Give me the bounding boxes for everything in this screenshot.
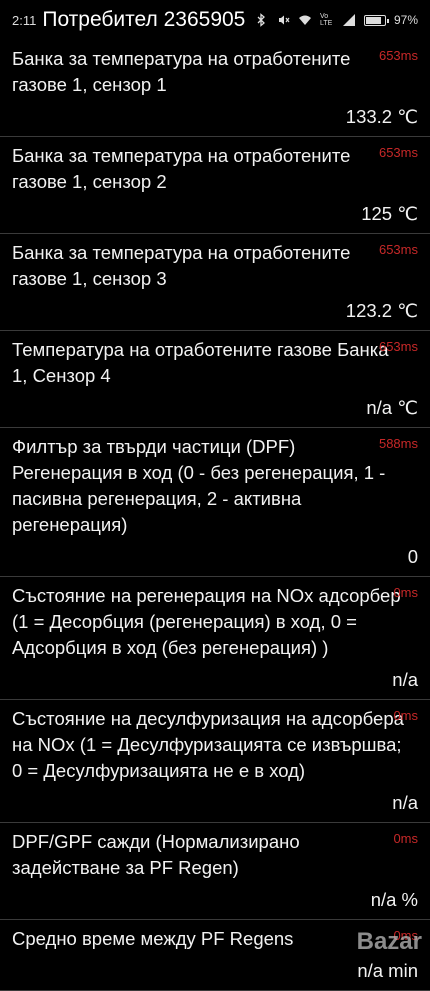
sensor-list[interactable]: Банка за температура на отработените газ…: [0, 40, 430, 991]
wifi-icon: [298, 15, 311, 25]
sensor-value: 123.2 ℃: [345, 300, 418, 321]
status-left: 2:11 Потребител 2365905: [12, 8, 245, 32]
sensor-row[interactable]: Банка за температура на отработените газ…: [0, 40, 430, 137]
sensor-label: Температура на отработените газове Банка…: [12, 339, 389, 386]
sensor-label: Банка за температура на отработените газ…: [12, 242, 351, 289]
sensor-label: Банка за температура на отработените газ…: [12, 145, 351, 192]
status-right: Vo LTE 97%: [254, 13, 418, 27]
volte-label: Vo LTE: [319, 13, 333, 27]
bluetooth-icon: [257, 13, 265, 27]
sensor-row[interactable]: Банка за температура на отработените газ…: [0, 234, 430, 331]
sensor-row[interactable]: DPF/GPF сажди (Нормализирано задействане…: [0, 823, 430, 920]
signal-icon: [342, 14, 355, 26]
response-time: 653ms: [378, 242, 418, 257]
sensor-value: 133.2 ℃: [345, 106, 418, 127]
sensor-value: n/a: [392, 669, 418, 690]
sensor-row[interactable]: Банка за температура на отработените газ…: [0, 137, 430, 234]
sensor-value: n/a ℃: [366, 397, 418, 418]
sensor-row[interactable]: Филтър за твърди частици (DPF) Регенерац…: [0, 428, 430, 577]
response-time: 0ms: [393, 585, 418, 600]
sensor-row[interactable]: Състояние на десулфуризация на адсорбера…: [0, 700, 430, 823]
mute-icon: [278, 15, 290, 25]
response-time: 0ms: [393, 708, 418, 723]
sensor-value: n/a %: [370, 889, 418, 910]
sensor-value: 125 ℃: [361, 203, 418, 224]
watermark-logo: Bazar: [356, 928, 422, 955]
sensor-label: Филтър за твърди частици (DPF) Регенерац…: [12, 436, 386, 535]
sensor-row[interactable]: Температура на отработените газове Банка…: [0, 331, 430, 428]
response-time: 0ms: [393, 831, 418, 846]
response-time: 588ms: [378, 436, 418, 451]
sensor-label: Банка за температура на отработените газ…: [12, 48, 351, 95]
user-overlay-title: Потребител 2365905: [42, 8, 246, 31]
sensor-row[interactable]: Състояние на регенерация на NOx адсорбер…: [0, 577, 430, 700]
sensor-value: 0: [407, 546, 418, 567]
sensor-value: n/a: [392, 792, 418, 813]
battery-icon: [363, 14, 389, 26]
battery-fill: [365, 16, 382, 24]
sensor-value: n/a min: [357, 960, 418, 981]
sensor-label: Състояние на регенерация на NOx адсорбер…: [12, 585, 401, 658]
status-bar: 2:11 Потребител 2365905 Vo LTE 97%: [0, 0, 430, 40]
sensor-label: DPF/GPF сажди (Нормализирано задействане…: [12, 831, 300, 878]
status-time: 2:11: [12, 12, 37, 28]
response-time: 653ms: [378, 145, 418, 160]
battery-percent: 97%: [393, 13, 418, 27]
response-time: 653ms: [378, 48, 418, 63]
response-time: 653ms: [378, 339, 418, 354]
sensor-label: Състояние на десулфуризация на адсорбера…: [12, 708, 404, 781]
